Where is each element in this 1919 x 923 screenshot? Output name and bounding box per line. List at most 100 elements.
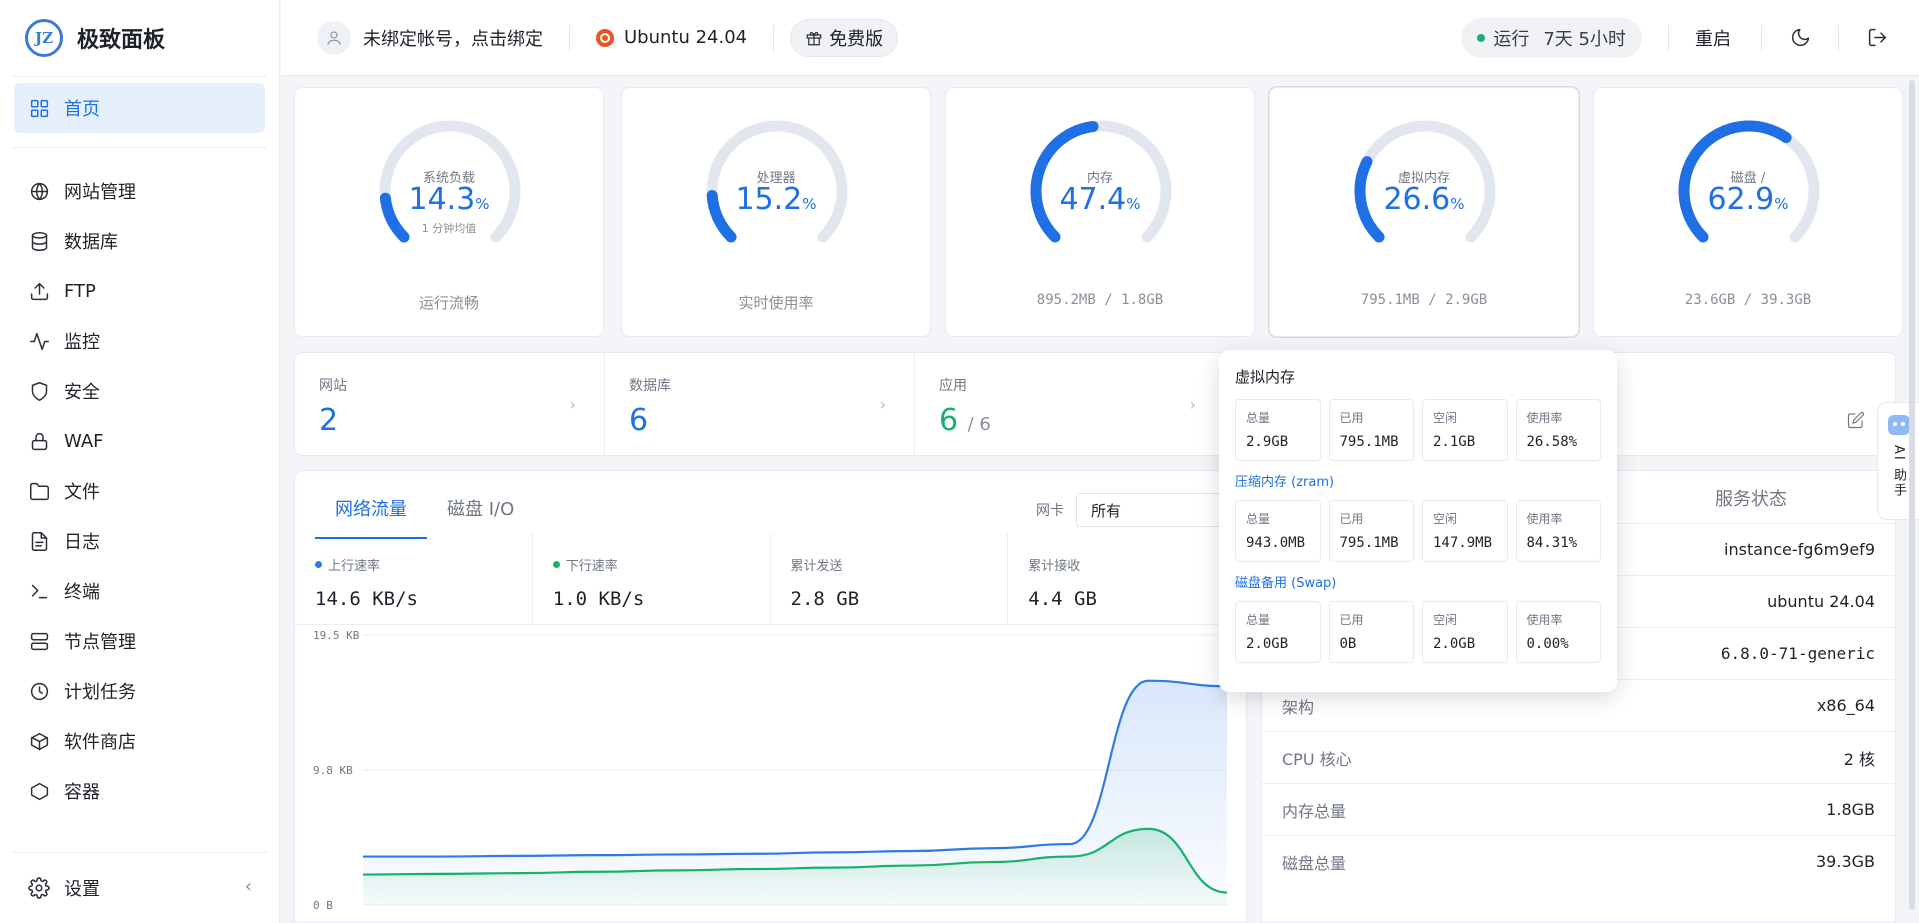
gauge-card[interactable]: 系统负载 14.3% 1 分钟均值 运行流畅 [294, 87, 604, 337]
gauge-value: 14.3% [295, 182, 603, 217]
sidebar: JZ 极致面板 首页网站管理 数据库 FTP 监控 安全 WAF 文件 日志 终端 节点管理 计划任… [0, 0, 280, 923]
sidebar-item-package[interactable]: 软件商店 [14, 716, 265, 766]
gauge-card[interactable]: 处理器 15.2% 实时使用率 [621, 87, 931, 337]
account-text: 未绑定帐号，点击绑定 [363, 28, 543, 50]
gauge-value: 62.9% [1594, 182, 1902, 217]
divider [773, 24, 775, 51]
sidebar-item-terminal[interactable]: 终端 [14, 566, 265, 616]
theme-toggle-moon-icon[interactable] [1788, 26, 1812, 50]
stat-sites[interactable]: 网站 2 › [295, 353, 605, 455]
package-icon [28, 730, 50, 752]
gauge-number: 15.2 [735, 182, 803, 217]
metric-label: 上行速率 [315, 555, 512, 574]
traffic-metric: 累计发送 2.8 GB [771, 533, 1009, 624]
logo-icon: JZ [25, 19, 63, 57]
sidebar-item-activity[interactable]: 监控 [14, 316, 265, 366]
sidebar-bottom: 设置 ‹ [0, 852, 280, 923]
brand[interactable]: JZ 极致面板 [0, 0, 279, 76]
sidebar-item-clock[interactable]: 计划任务 [14, 666, 265, 716]
y-tick-label: 19.5 KB [313, 629, 360, 642]
sidebar-item-log[interactable]: 日志 [14, 516, 265, 566]
apps-count: 6 [939, 403, 959, 438]
clock-icon [28, 680, 50, 702]
popover-section-title: 压缩内存 (zram) [1235, 475, 1335, 490]
sidebar-item-lock[interactable]: WAF [14, 416, 265, 466]
collapse-sidebar-icon[interactable]: ‹ [245, 876, 252, 897]
server-icon [28, 630, 50, 652]
info-value: x86_64 [1816, 696, 1875, 715]
traffic-chart: 19.5 KB 9.8 KB 0 B [313, 629, 1228, 912]
gauge-card[interactable]: 磁盘 /62.9% 23.6GB / 39.3GB [1593, 87, 1903, 337]
sidebar-item-label: 首页 [64, 99, 100, 120]
gauge-footer: 795.1MB / 2.9GB [1360, 292, 1488, 308]
sidebar-item-database[interactable]: 数据库 [14, 216, 265, 266]
stats-row: 网站 2 › 数据库 6 › 应用 6 / 6 › [294, 352, 1896, 456]
metric-label-text: 累计发送 [790, 559, 843, 574]
sidebar-item-folder[interactable]: 文件 [14, 466, 265, 516]
info-value: ubuntu 24.04 [1767, 592, 1875, 611]
sidebar-item-globe[interactable]: 网站管理 [14, 166, 265, 216]
gauge-footer: 实时使用率 [738, 294, 814, 312]
gauge-number: 47.4 [1059, 182, 1127, 217]
folder-icon [28, 480, 50, 502]
tab-service-status[interactable]: 服务状态 [1715, 485, 1787, 511]
metric-value: 14.6 KB/s [315, 588, 418, 610]
cell-label: 总量 [1246, 613, 1271, 627]
header-right: 运行 7天 5小时 重启 [1461, 17, 1889, 58]
cell-label: 使用率 [1526, 512, 1563, 526]
cell-value: 0.00% [1526, 636, 1569, 652]
cell-label: 使用率 [1526, 613, 1563, 627]
metric-label-text: 累计接收 [1028, 559, 1081, 574]
metric-label: 下行速率 [552, 555, 750, 574]
chevron-right-icon: › [879, 395, 886, 414]
sidebar-item-label: 软件商店 [64, 732, 136, 753]
edit-icon[interactable] [1847, 411, 1865, 433]
cell-label: 空闲 [1433, 512, 1458, 526]
traffic-panel: 网络流量 磁盘 I/O 网卡 所有 上行速率14.6 KB/s下行速率1.0 K… [294, 470, 1247, 923]
gauge-sub: 1 分钟均值 [421, 222, 477, 235]
gauge-card[interactable]: 内存 47.4% 895.2MB / 1.8GB [945, 87, 1255, 337]
top-header: 未绑定帐号，点击绑定 Ubuntu 24.04 免费版 运行 7天 5小时 重启 [281, 0, 1919, 76]
sidebar-item-grid[interactable]: 首页 [14, 83, 265, 133]
gauge-value: 26.6% [1270, 182, 1578, 217]
divider [12, 147, 267, 148]
sidebar-item-upload[interactable]: FTP [14, 266, 265, 316]
divider [569, 24, 570, 51]
plan-badge[interactable]: 免费版 [790, 18, 899, 57]
popover-cell: 已用 795.1MB [1328, 399, 1414, 461]
sidebar-item-shield[interactable]: 安全 [14, 366, 265, 416]
stat-databases[interactable]: 数据库 6 › [605, 353, 915, 455]
metric-value: 2.8 GB [790, 588, 860, 610]
sidebar-item-settings[interactable]: 设置 ‹ [0, 853, 280, 923]
os-info: Ubuntu 24.04 [596, 27, 747, 48]
uptime-value: 7天 5小时 [1543, 28, 1626, 50]
robot-icon [1887, 415, 1910, 435]
cell-value: 84.31% [1526, 535, 1578, 551]
gauge-card[interactable]: 虚拟内存 26.6% 795.1MB / 2.9GB [1269, 87, 1579, 337]
logout-icon[interactable] [1865, 26, 1889, 50]
ubuntu-icon [596, 28, 614, 47]
sidebar-item-label: 容器 [64, 782, 100, 803]
sidebar-nav: 首页网站管理 数据库 FTP 监控 安全 WAF 文件 日志 终端 节点管理 计划任务软件商店容器 [0, 77, 279, 816]
stat-apps[interactable]: 应用 6 / 6 › [915, 353, 1225, 455]
info-key: 架构 [1282, 697, 1315, 717]
stat-label: 应用 [939, 378, 967, 394]
popover-title: 虚拟内存 [1235, 368, 1296, 386]
popover-cell: 已用 0B [1328, 601, 1414, 663]
restart-button[interactable]: 重启 [1695, 25, 1731, 51]
sidebar-item-label: WAF [64, 430, 104, 452]
info-head: 服务状态 [1595, 471, 1895, 523]
nic-label: 网卡 [1036, 503, 1064, 519]
page-scrollbar[interactable] [1909, 80, 1915, 910]
stat-label: 数据库 [629, 378, 671, 394]
sidebar-item-server[interactable]: 节点管理 [14, 616, 265, 666]
divider [1761, 24, 1762, 51]
info-key: 磁盘总量 [1282, 853, 1347, 873]
gift-icon [806, 31, 822, 45]
info-key: CPU 核心 [1282, 749, 1352, 769]
sidebar-item-hexagon[interactable]: 容器 [14, 766, 265, 816]
bind-account-button[interactable]: 未绑定帐号，点击绑定 [317, 20, 543, 55]
upload-icon [28, 280, 50, 302]
gauge-value: 15.2% [622, 182, 930, 217]
popover-grid: 总量 2.0GB 已用 0B 空闲 2.0GB 使用率 0.00% [1235, 601, 1601, 663]
